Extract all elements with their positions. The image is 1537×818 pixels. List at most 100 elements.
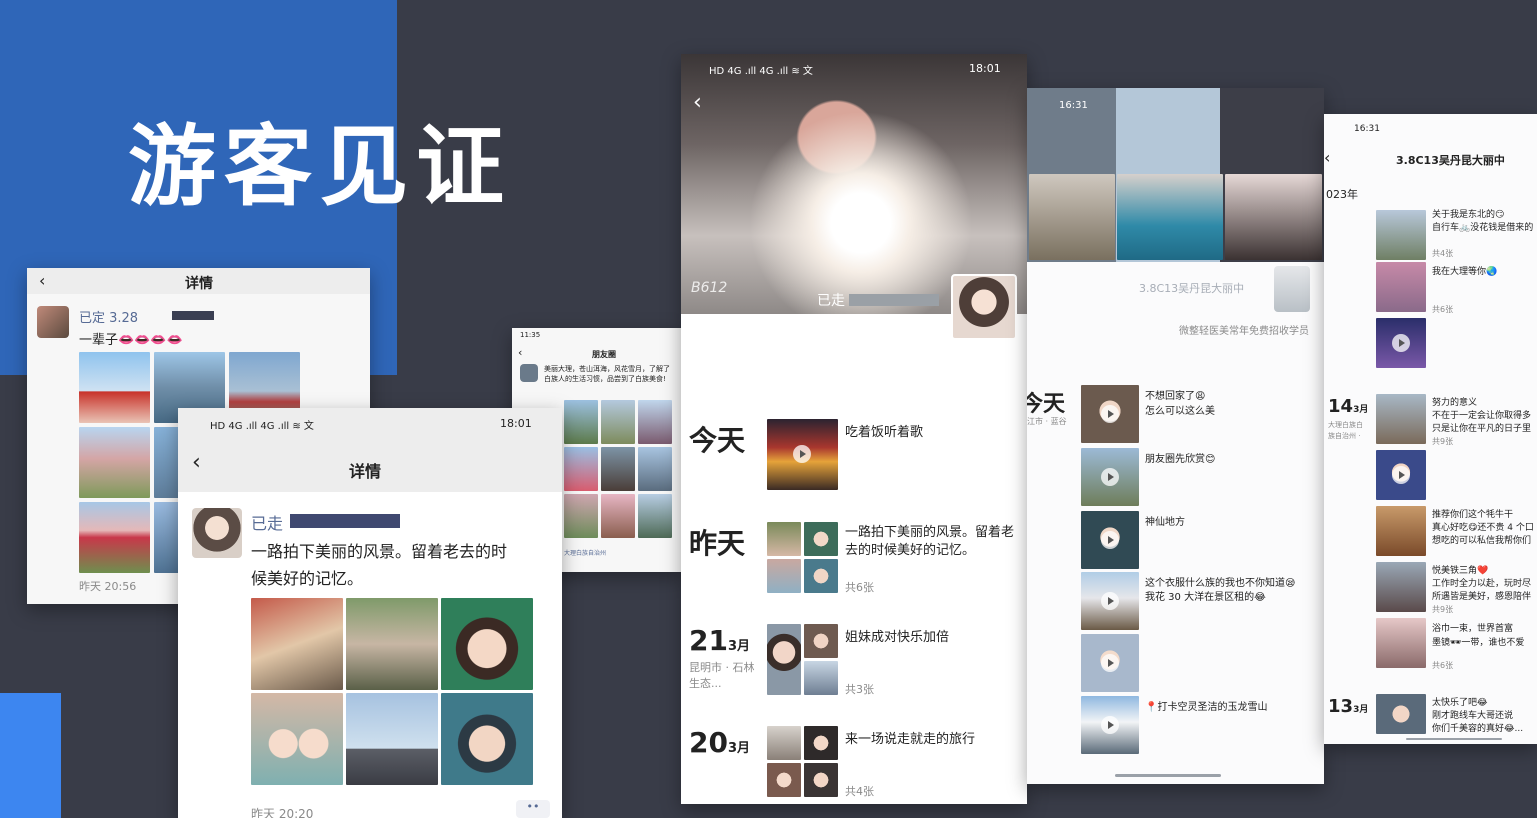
- photo-count: 共3张: [845, 683, 874, 696]
- screenshot-album-6: 16:31 ‹ 3.8C13吴丹昆大丽中 023年 关于我是东北的😏 自行车🚲没…: [1324, 114, 1537, 744]
- post-text: 一辈子👄👄👄👄: [79, 329, 183, 348]
- photo-thumb[interactable]: [251, 598, 343, 690]
- photo-thumb[interactable]: [251, 693, 343, 785]
- photo-thumb[interactable]: [804, 726, 838, 760]
- photo-thumb[interactable]: [804, 661, 838, 695]
- photo-thumb[interactable]: [564, 447, 598, 491]
- back-icon[interactable]: ‹: [192, 450, 201, 475]
- video-thumb[interactable]: [1376, 318, 1426, 368]
- post-text: 自行车🚲没花钱是借来的: [1432, 223, 1534, 233]
- photo-thumb[interactable]: [564, 400, 598, 444]
- status-time: 16:31: [1354, 124, 1380, 134]
- timestamp: 昨天 20:20: [251, 807, 314, 818]
- photo-thumb[interactable]: [601, 447, 635, 491]
- photo-thumb[interactable]: [767, 559, 801, 593]
- video-thumb[interactable]: [1081, 511, 1139, 569]
- post-text: 推荐你们这个牦牛干: [1432, 510, 1514, 520]
- headline: 游客见证: [128, 115, 513, 218]
- photo-thumb[interactable]: [804, 763, 838, 797]
- photo-thumb[interactable]: [441, 598, 533, 690]
- user-name[interactable]: 已走: [251, 510, 283, 534]
- post-text-line2: 候美好的记忆。: [251, 569, 364, 588]
- row-day: 20: [689, 726, 728, 759]
- back-icon[interactable]: ‹: [1324, 148, 1330, 167]
- status-time: 18:01: [500, 417, 532, 430]
- photo-thumb[interactable]: [1376, 394, 1426, 444]
- row-date: 203月: [689, 726, 750, 759]
- back-icon[interactable]: ‹: [39, 271, 45, 290]
- photo-thumb[interactable]: [804, 559, 838, 593]
- photo-thumb[interactable]: [601, 400, 635, 444]
- photo-thumb[interactable]: [346, 693, 438, 785]
- photo-thumb[interactable]: [1376, 506, 1426, 556]
- more-button[interactable]: ••: [516, 800, 550, 818]
- photo-count: 共6张: [1432, 661, 1454, 670]
- row-place: 江市 · 蓝谷: [1027, 417, 1067, 426]
- video-thumb[interactable]: [767, 419, 838, 490]
- photo-thumb[interactable]: [638, 494, 672, 538]
- photo-thumb: [1225, 174, 1322, 260]
- screenshot-detail-2: HD 4G .ıll 4G .ıll ≋ 文 18:01 ‹ 详情 已走 一路拍…: [178, 408, 562, 818]
- row-day: 13: [1328, 696, 1354, 717]
- photo-thumb[interactable]: [1376, 262, 1426, 312]
- name-mask: [849, 294, 939, 306]
- lips-emoji: 👄👄👄👄: [118, 333, 183, 348]
- post-text: 我在大理等你🌏: [1432, 267, 1498, 277]
- photo-thumb[interactable]: [154, 427, 180, 498]
- photo-thumb[interactable]: [564, 494, 598, 538]
- post-text: 我花 30 大洋在景区租的😂: [1145, 592, 1266, 603]
- photo-count: 共9张: [1432, 437, 1454, 446]
- post-text: 不想回家了😩: [1145, 391, 1206, 402]
- post-text: 努力的意义: [1432, 398, 1478, 408]
- name-mask: [172, 311, 214, 320]
- photo-thumb[interactable]: [804, 522, 838, 556]
- photo-thumb[interactable]: [79, 352, 150, 423]
- screenshot-album-4: HD 4G .ıll 4G .ıll ≋ 文 18:01 ‹ B612 已走 今…: [681, 54, 1027, 804]
- video-thumb[interactable]: [1081, 634, 1139, 692]
- photo-thumb[interactable]: [767, 726, 801, 760]
- nav-title: 详情: [349, 462, 382, 481]
- back-icon[interactable]: ‹: [693, 90, 702, 115]
- row-date: 133月: [1328, 696, 1368, 717]
- video-thumb[interactable]: [1081, 385, 1139, 443]
- photo-count: 共6张: [1432, 305, 1454, 314]
- avatar[interactable]: [951, 274, 1017, 340]
- status-time: 11:35: [520, 331, 541, 339]
- profile-name[interactable]: 3.8C13吴丹昆大丽中: [1139, 280, 1244, 296]
- photo-thumb[interactable]: [346, 598, 438, 690]
- row-date: 143月: [1328, 396, 1368, 417]
- photo-thumb[interactable]: [601, 494, 635, 538]
- photo-thumb[interactable]: [638, 400, 672, 444]
- row-month: 3月: [727, 639, 751, 654]
- user-name[interactable]: 已走: [817, 290, 845, 310]
- post-text: 工作时全力以赴，玩时尽: [1432, 579, 1532, 589]
- screenshot-album-5: 16:31 3.8C13吴丹昆大丽中 微整轻医美常年免费招收学员 今天 江市 ·…: [1027, 88, 1324, 784]
- photo-thumb[interactable]: [767, 763, 801, 797]
- back-icon[interactable]: ‹: [518, 346, 522, 359]
- photo-thumb[interactable]: [1376, 210, 1426, 260]
- avatar[interactable]: [37, 306, 69, 338]
- post-text: 刚才跑线车大哥还说: [1432, 711, 1514, 721]
- post-text: 神仙地方: [1145, 517, 1185, 528]
- avatar[interactable]: [520, 364, 538, 382]
- video-thumb[interactable]: [1081, 696, 1139, 754]
- photo-thumb[interactable]: [79, 427, 150, 498]
- avatar[interactable]: [1274, 266, 1310, 312]
- avatar[interactable]: [192, 508, 242, 558]
- photo-thumb[interactable]: [804, 624, 838, 658]
- photo-thumb[interactable]: [767, 624, 801, 695]
- photo-thumb[interactable]: [638, 447, 672, 491]
- photo-thumb[interactable]: [1376, 694, 1426, 734]
- photo-thumb[interactable]: [1376, 618, 1426, 668]
- photo-thumb[interactable]: [767, 522, 801, 556]
- photo-thumb[interactable]: [79, 502, 150, 573]
- user-name[interactable]: 已定 3.28: [79, 307, 138, 326]
- photo-thumb[interactable]: [154, 502, 180, 573]
- post-text: 关于我是东北的😏: [1432, 210, 1505, 220]
- location[interactable]: 大理白族自治州: [564, 548, 606, 557]
- video-thumb[interactable]: [1081, 572, 1139, 630]
- photo-thumb[interactable]: [441, 693, 533, 785]
- photo-thumb[interactable]: [1376, 562, 1426, 612]
- video-thumb[interactable]: [1376, 450, 1426, 500]
- video-thumb[interactable]: [1081, 448, 1139, 506]
